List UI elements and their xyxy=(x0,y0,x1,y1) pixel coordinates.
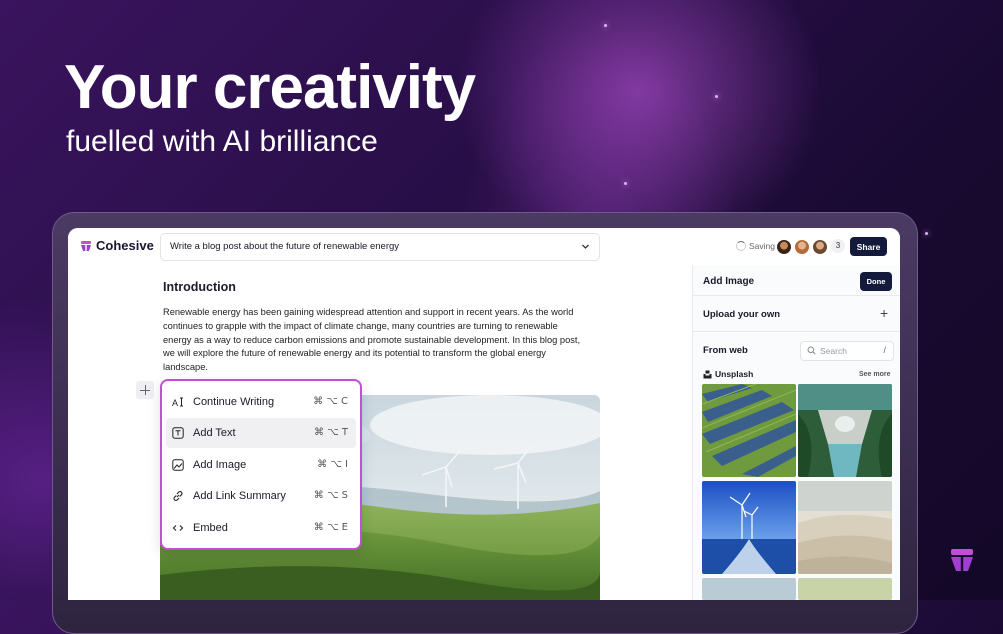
sparkle xyxy=(715,95,718,98)
add-image-panel: Add Image Done Upload your own + From we… xyxy=(692,265,900,600)
text-icon xyxy=(172,427,184,439)
image-thumbnail[interactable] xyxy=(702,384,796,477)
image-thumbnail[interactable] xyxy=(798,384,892,477)
app-window: Cohesive Write a blog post about the fut… xyxy=(68,228,900,600)
hero-subtitle: fuelled with AI brilliance xyxy=(66,125,378,158)
cohesive-logo-icon xyxy=(81,240,91,251)
menu-item-label: Embed xyxy=(193,522,228,534)
menu-item-add-image[interactable]: Add Image ⌘ ⌥ I xyxy=(166,450,356,480)
upload-own-option[interactable]: Upload your own xyxy=(703,309,780,320)
paragraph[interactable]: Renewable energy has been gaining widesp… xyxy=(163,306,581,375)
avatar[interactable] xyxy=(794,239,810,255)
image-icon xyxy=(172,459,184,471)
menu-item-embed[interactable]: Embed ⌘ ⌥ E xyxy=(166,513,356,543)
shortcut-hint: ⌘ ⌥ I xyxy=(317,459,348,470)
code-icon xyxy=(172,525,184,531)
chevron-down-icon xyxy=(582,244,589,249)
image-search-input[interactable]: Search / xyxy=(800,341,894,361)
image-thumbnail[interactable] xyxy=(798,481,892,574)
plus-icon[interactable]: + xyxy=(880,306,888,320)
see-more-link[interactable]: See more xyxy=(859,371,891,378)
sparkle xyxy=(925,232,928,235)
divider xyxy=(693,295,900,296)
saving-status: Saving xyxy=(736,241,775,251)
link-icon xyxy=(173,491,183,501)
menu-item-label: Add Image xyxy=(193,459,247,471)
solar-field-photo xyxy=(702,384,796,477)
shortcut-hint: ⌘ ⌥ T xyxy=(314,427,348,438)
shortcut-hint: ⌘ ⌥ S xyxy=(313,490,348,501)
dam-photo xyxy=(798,384,892,477)
image-thumbnail[interactable] xyxy=(798,578,892,600)
image-source: Unsplash xyxy=(703,369,753,379)
source-label: Unsplash xyxy=(715,369,754,379)
prompt-text: Write a blog post about the future of re… xyxy=(170,241,400,252)
menu-item-add-link-summary[interactable]: Add Link Summary ⌘ ⌥ S xyxy=(166,481,356,511)
from-web-label: From web xyxy=(703,345,748,356)
divider xyxy=(693,331,900,332)
menu-item-continue-writing[interactable]: A Continue Writing ⌘ ⌥ C xyxy=(166,387,356,417)
sand-dunes-photo xyxy=(798,481,892,574)
ai-text-icon: A xyxy=(172,397,183,408)
panel-title: Add Image xyxy=(703,276,755,287)
sparkle xyxy=(624,182,627,185)
search-icon xyxy=(807,346,816,355)
avatar[interactable] xyxy=(812,239,828,255)
image-thumbnail[interactable] xyxy=(702,578,796,600)
saving-label: Saving xyxy=(749,241,775,251)
insert-block-button[interactable] xyxy=(136,381,154,399)
menu-item-add-text[interactable]: Add Text ⌘ ⌥ T xyxy=(166,418,356,448)
menu-item-label: Continue Writing xyxy=(193,396,275,408)
prompt-selector[interactable]: Write a blog post about the future of re… xyxy=(160,233,600,261)
done-button[interactable]: Done xyxy=(860,272,892,291)
search-shortcut: / xyxy=(883,345,886,355)
offshore-wind-photo xyxy=(702,481,796,574)
insert-menu: A Continue Writing ⌘ ⌥ C Add Text ⌘ ⌥ T xyxy=(160,379,362,550)
shortcut-hint: ⌘ ⌥ C xyxy=(313,396,348,407)
avatar[interactable] xyxy=(776,239,792,255)
menu-item-label: Add Link Summary xyxy=(193,490,286,502)
sparkle xyxy=(604,24,607,27)
image-thumbnail[interactable] xyxy=(702,481,796,574)
share-button[interactable]: Share xyxy=(850,237,887,256)
top-bar: Cohesive Write a blog post about the fut… xyxy=(68,228,900,266)
spinner-icon xyxy=(736,241,746,251)
collaborator-count[interactable]: 3 xyxy=(831,239,845,253)
app-name: Cohesive xyxy=(96,238,154,253)
search-placeholder: Search xyxy=(820,346,847,356)
photo xyxy=(702,578,796,600)
section-heading[interactable]: Introduction xyxy=(163,280,236,294)
cohesive-logo-icon xyxy=(951,549,973,571)
shortcut-hint: ⌘ ⌥ E xyxy=(313,522,348,533)
hero-title: Your creativity xyxy=(64,53,476,122)
editor[interactable]: Introduction Renewable energy has been g… xyxy=(68,265,692,600)
photo xyxy=(798,578,892,600)
menu-item-label: Add Text xyxy=(193,427,236,439)
app-logo[interactable]: Cohesive xyxy=(80,238,154,253)
svg-text:A: A xyxy=(172,398,178,408)
unsplash-icon xyxy=(703,370,712,378)
